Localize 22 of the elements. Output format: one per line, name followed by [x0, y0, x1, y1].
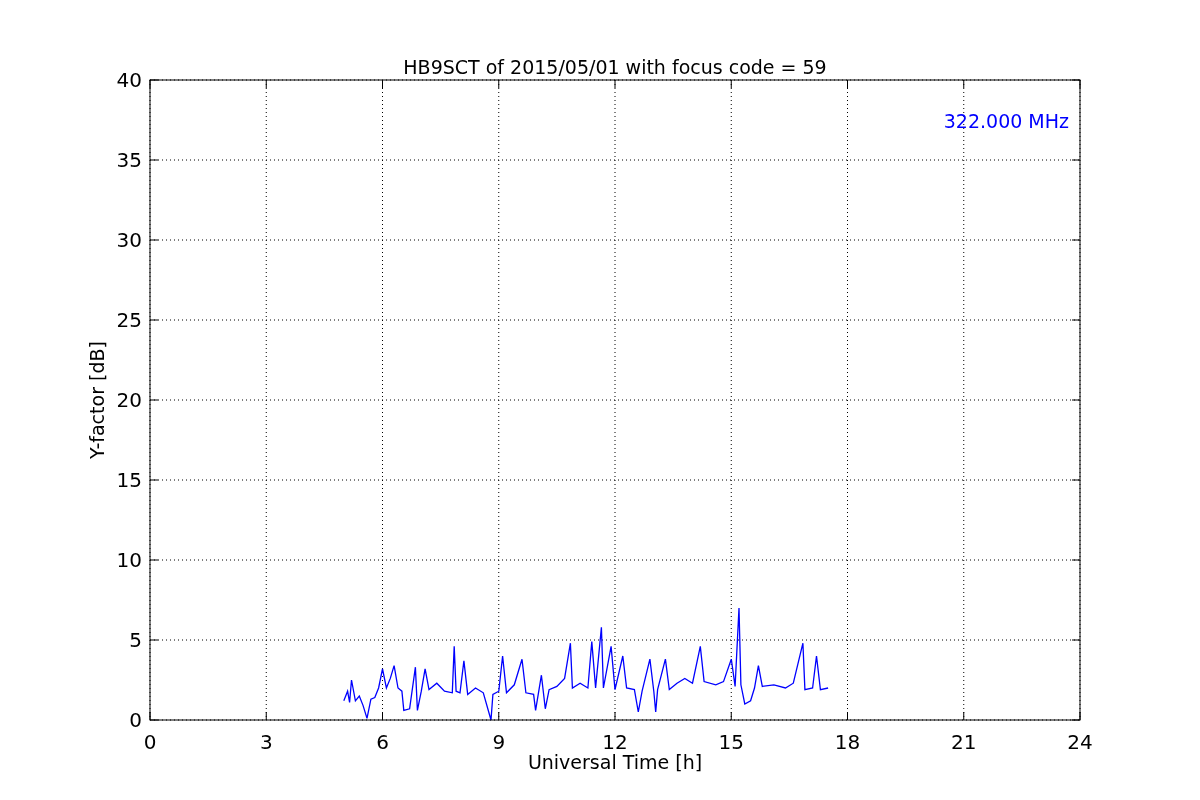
tick-label: 10: [116, 548, 142, 572]
tick-label: 0: [129, 708, 142, 732]
tick-label: 12: [602, 730, 628, 754]
tick-label: 0: [143, 730, 157, 754]
tick-label: 5: [129, 628, 142, 652]
axis-label: Y-factor [dB]: [86, 341, 108, 459]
tick-label: 24: [1067, 730, 1093, 754]
tick-label: 15: [718, 730, 744, 754]
tick-label: 9: [492, 730, 506, 754]
tick-label: 35: [116, 148, 142, 172]
tick-label: 20: [116, 388, 142, 412]
tick-label: 6: [376, 730, 389, 754]
axis-label: Universal Time [h]: [527, 751, 703, 773]
tick-label: 18: [834, 730, 861, 754]
tick-label: 25: [116, 308, 142, 332]
tick-label: 30: [116, 228, 142, 252]
chart-title: HB9SCT of 2015/05/01 with focus code = 59: [403, 56, 827, 78]
tick-label: 15: [116, 468, 142, 492]
tick-label: 21: [951, 730, 977, 754]
tick-label: 3: [259, 730, 273, 754]
frequency-label: 322.000 MHz: [943, 110, 1069, 132]
tick-label: 40: [116, 68, 142, 92]
